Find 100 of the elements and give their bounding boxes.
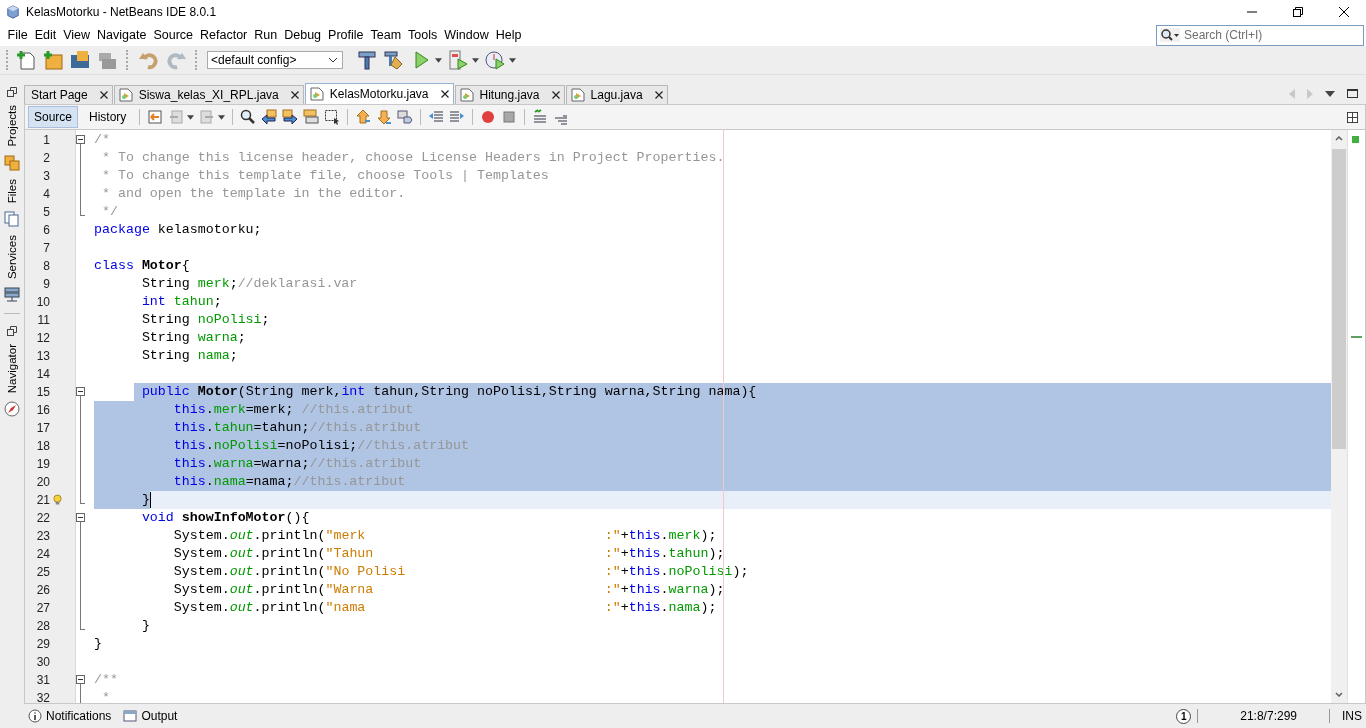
menu-item[interactable]: Help (492, 28, 525, 42)
menu-item[interactable]: View (59, 28, 94, 42)
search-icon[interactable] (1160, 28, 1180, 42)
line-number: 24 (35, 546, 50, 563)
line-number: 6 (42, 222, 50, 239)
code-line: System.out.println("merk :"+this.merk); (172, 527, 717, 545)
line-number: 14 (35, 366, 50, 383)
lightbulb-icon[interactable] (53, 494, 62, 506)
view-tab[interactable]: History (83, 106, 133, 128)
code-line: System.out.println("Tahun :"+this.tahun); (172, 545, 725, 563)
info-icon[interactable] (28, 709, 42, 723)
gauge-icon[interactable] (484, 49, 506, 71)
last-edit-icon[interactable] (147, 109, 164, 125)
caret-icon[interactable] (218, 114, 226, 120)
notification-count[interactable]: 1 (1176, 708, 1192, 724)
line-number: 15 (35, 384, 50, 401)
menu-item[interactable]: Team (367, 28, 405, 42)
menu-item[interactable]: Window (440, 28, 493, 42)
side-tab[interactable]: Services (6, 232, 18, 281)
search-field[interactable]: Search (Ctrl+I) (1156, 24, 1364, 46)
search-icon[interactable] (240, 109, 257, 125)
side-tab[interactable]: Navigator (6, 341, 18, 396)
new-file-icon[interactable] (15, 49, 37, 71)
editor-tab[interactable]: KelasMotorku.java (304, 83, 454, 104)
code-line: */ (100, 203, 118, 221)
code-line: this.warna=warna;//this.atribut (172, 455, 422, 473)
hammer-icon[interactable] (356, 49, 378, 71)
java-file-icon (118, 88, 133, 102)
split-icon[interactable] (1347, 111, 1358, 123)
menu-item[interactable]: Navigate (93, 28, 150, 42)
menu-item[interactable]: Run (250, 28, 281, 42)
restore-window-icon[interactable] (7, 87, 17, 97)
editor-tab[interactable]: Hitung.java (454, 85, 565, 104)
editor-tab[interactable]: Start Page (24, 85, 113, 104)
close-icon[interactable] (654, 91, 663, 99)
caret-icon[interactable] (509, 57, 516, 63)
code-line: /* (94, 131, 110, 149)
comment-icon[interactable] (532, 109, 549, 125)
find-previous-icon[interactable] (261, 109, 278, 125)
close-icon[interactable] (551, 91, 560, 99)
line-number: 26 (35, 582, 50, 599)
close-icon[interactable] (440, 90, 449, 98)
maximize-icon[interactable] (1347, 89, 1358, 98)
caret-icon[interactable] (435, 57, 442, 63)
output-button[interactable]: Output (141, 709, 178, 723)
line-number: 11 (36, 312, 50, 329)
line-number: 30 (35, 654, 50, 671)
menu-item[interactable]: Refactor (196, 28, 251, 42)
menu-item[interactable]: Debug (280, 28, 325, 42)
side-tab[interactable]: Files (6, 176, 18, 205)
search-input[interactable]: Search (Ctrl+I) (1182, 28, 1356, 42)
arrow-up-icon[interactable] (355, 109, 372, 125)
collapse-icon[interactable] (76, 513, 85, 522)
code-line: String noPolisi; (140, 311, 270, 329)
collapse-icon[interactable] (76, 387, 85, 396)
stop-icon[interactable] (501, 109, 518, 125)
config-dropdown[interactable]: <default config> (207, 51, 343, 69)
restore-window-icon[interactable] (7, 325, 17, 336)
side-tab[interactable]: Projects (6, 103, 18, 149)
line-number: 18 (35, 438, 50, 455)
code-line: /** (94, 671, 118, 689)
view-tab[interactable]: Source (28, 106, 79, 128)
find-next-icon[interactable] (282, 109, 299, 125)
caret-icon[interactable] (187, 114, 195, 120)
window-title: KelasMotorku - NetBeans IDE 8.0.1 (26, 5, 217, 19)
line-number: 17 (35, 420, 50, 437)
close-icon[interactable] (290, 91, 299, 99)
menu-item[interactable]: Tools (404, 28, 441, 42)
editor-tab[interactable]: Siswa_kelas_XI_RPL.java (113, 85, 304, 104)
new-project-icon[interactable] (42, 49, 64, 71)
arrow-down-icon[interactable] (376, 109, 393, 125)
dropdown-icon[interactable] (1325, 90, 1335, 97)
code-line: String nama; (140, 347, 238, 365)
restore-icon[interactable] (1292, 6, 1304, 18)
close-icon[interactable] (99, 91, 108, 99)
close-icon[interactable] (1338, 6, 1350, 18)
scrollbar-thumb[interactable] (1332, 149, 1346, 449)
scroll-up-icon[interactable] (1335, 136, 1343, 141)
code-line: System.out.println("No Polisi :"+this.noPolisi); (172, 563, 749, 581)
shift-right-icon[interactable] (449, 109, 466, 125)
editor-tab[interactable]: Lagu.java (565, 85, 668, 104)
notifications-button[interactable]: Notifications (46, 709, 112, 723)
shift-left-icon[interactable] (428, 109, 445, 125)
line-number: 27 (35, 600, 50, 617)
menu-item[interactable]: Source (149, 28, 197, 42)
line-number: 23 (35, 528, 50, 545)
collapse-icon[interactable] (76, 135, 85, 144)
folder-icon[interactable] (69, 49, 91, 71)
line-number: 2 (42, 150, 50, 167)
menu-item[interactable]: Profile (324, 28, 367, 42)
record-icon[interactable] (480, 109, 497, 125)
menu-item[interactable]: Edit (31, 28, 60, 42)
collapse-icon[interactable] (76, 675, 85, 684)
line-number: 25 (35, 564, 50, 581)
scroll-down-icon[interactable] (1335, 692, 1343, 697)
status-ok-mark (1352, 136, 1359, 143)
menu-item[interactable]: File (4, 28, 32, 42)
selection-icon[interactable] (324, 109, 341, 125)
caret-icon[interactable] (472, 57, 479, 63)
code-line: } (140, 617, 150, 635)
